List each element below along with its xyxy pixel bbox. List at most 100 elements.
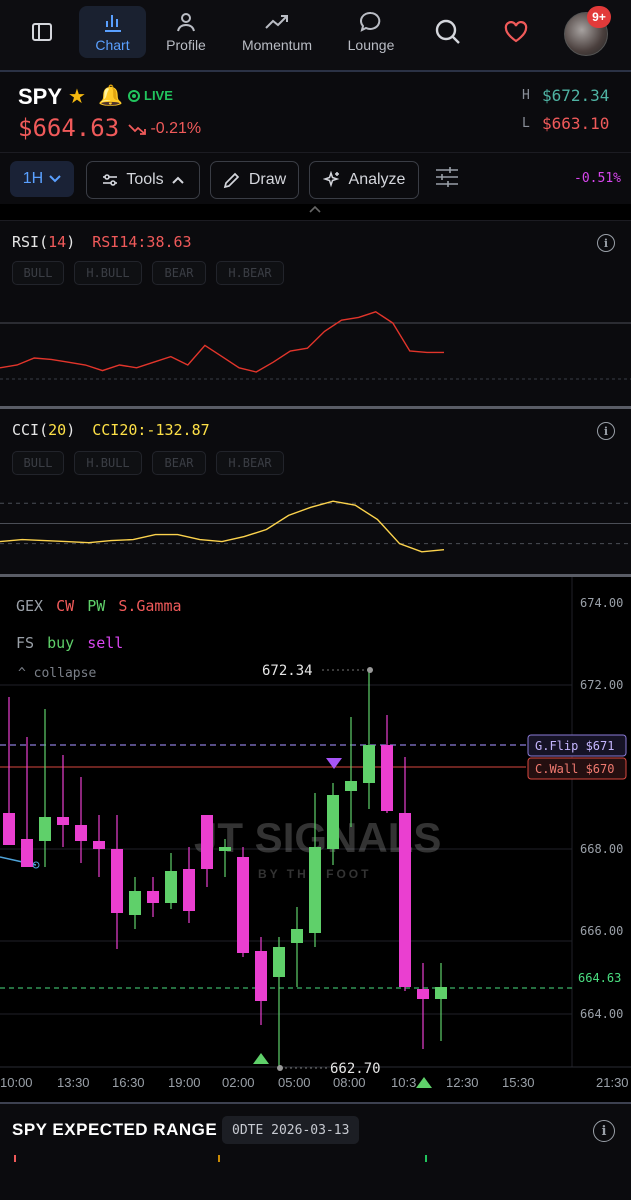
rsi-panel: RSI(14) RSI14:38.63 i BULL H.BULL BEAR H… [0,220,631,406]
buy-signal-marker [253,1053,269,1064]
bear-candle[interactable] [147,877,159,917]
bull-candle[interactable] [129,877,141,929]
star-icon[interactable]: ★ [68,84,86,109]
cci-name: CCI( [12,421,49,439]
candles [3,670,447,1067]
bear-candle[interactable] [57,755,69,847]
bear-candle[interactable] [399,757,411,991]
cci-period: 20 [48,421,67,439]
tag-hbear[interactable]: H.BEAR [216,451,284,475]
tag-bull[interactable]: BULL [12,261,64,285]
analyze-button[interactable]: Analyze [309,161,419,199]
search-icon [435,19,460,44]
settings-sliders-icon[interactable] [434,164,460,190]
info-icon[interactable]: i [597,234,615,252]
chevron-up-icon[interactable] [308,204,322,214]
x-tick-label: 21:30 [596,1075,629,1090]
sell-toggle[interactable]: sell [87,634,123,652]
bear-candle[interactable] [417,963,429,1049]
sgamma-toggle[interactable]: S.Gamma [118,597,181,615]
low-label: L [522,116,530,131]
rsi-name: RSI( [12,233,49,251]
expected-range-badge[interactable]: 0DTE 2026-03-13 [222,1116,360,1144]
bear-candle[interactable] [3,697,15,845]
price-change-value: -0.21% [150,120,202,137]
draw-button[interactable]: Draw [210,161,299,199]
search-button[interactable] [428,6,468,58]
bull-candle[interactable] [345,717,357,827]
bear-candle[interactable] [75,777,87,863]
price-change: -0.21% [128,120,201,138]
range-marker [218,1155,220,1162]
price-chart[interactable]: JT SIGNALS BY THE FOOT 672.34 662.70 674… [0,577,631,1102]
cw-toggle[interactable]: CW [56,597,74,615]
range-marker [425,1155,427,1162]
x-tick-label: 10:3 [391,1075,416,1090]
bull-candle[interactable] [291,907,303,987]
analyze-label: Analyze [348,171,406,188]
pw-toggle[interactable]: PW [87,597,105,615]
tag-bear[interactable]: BEAR [152,261,206,285]
bear-candle[interactable] [201,815,213,887]
bull-candle[interactable] [273,937,285,1067]
tools-icon [103,174,118,186]
indicator-series-line [0,311,444,373]
bear-candle[interactable] [255,937,267,1025]
rsi-tags: BULL H.BULL BEAR H.BEAR [0,261,631,287]
low-marker-point [277,1065,283,1071]
tools-button[interactable]: Tools [86,161,200,199]
nav-tab-lounge[interactable]: Lounge [340,6,402,58]
x-tick-label: 05:00 [278,1075,311,1090]
cci-plot [0,500,631,553]
chevron-down-icon [49,175,61,183]
bull-candle[interactable] [165,853,177,909]
timeframe-value: 1H [22,170,44,187]
nav-tab-label: Momentum [241,37,313,53]
tag-hbear[interactable]: H.BEAR [216,261,284,285]
bull-candle[interactable] [435,963,447,1041]
rsi-close: ) [66,233,76,251]
x-tick-label: 12:30 [446,1075,479,1090]
high-marker-point [367,667,373,673]
gamma-flip-tag[interactable]: G.Flip $671 [527,734,627,757]
tag-hbull[interactable]: H.BULL [74,261,142,285]
call-wall-label: C.Wall $670 [535,762,614,776]
tag-hbull[interactable]: H.BULL [74,451,142,475]
x-tick-label: 13:30 [57,1075,90,1090]
x-tick-label: 19:00 [168,1075,201,1090]
nav-tab-profile[interactable]: Profile [158,6,214,58]
tag-bear[interactable]: BEAR [152,451,206,475]
sidebar-toggle-button[interactable] [22,6,62,58]
info-icon[interactable]: i [593,1120,615,1142]
chevron-up-icon [171,176,184,184]
candlestick-plot[interactable]: JT SIGNALS BY THE FOOT 672.34 662.70 674… [0,577,631,1102]
nav-tab-chart[interactable]: Chart [79,6,146,58]
x-tick-label: 16:30 [112,1075,145,1090]
chat-bubble-icon [360,11,381,32]
indicator-series-line [0,500,445,553]
bear-candle[interactable] [111,815,123,949]
bear-candle[interactable] [93,815,105,877]
bear-candle[interactable] [381,715,393,813]
gamma-flip-label: G.Flip $671 [535,739,614,753]
nav-tab-label: Profile [166,37,206,53]
gex-legend: GEX CW PW S.Gamma [16,597,182,615]
tag-bull[interactable]: BULL [12,451,64,475]
bear-candle[interactable] [237,847,249,957]
buy-toggle[interactable]: buy [47,634,74,652]
timeframe-select[interactable]: 1H [10,161,74,197]
bull-candle[interactable] [39,709,51,867]
info-icon[interactable]: i [597,422,615,440]
bell-icon[interactable]: 🔔 [98,83,123,108]
heart-icon [504,21,528,43]
rsi-period: 14 [48,233,67,251]
favorites-button[interactable] [496,6,536,58]
collapse-button[interactable]: ^ collapse [18,666,96,681]
top-nav: Chart Profile Momentum Lounge 9+ [0,0,631,72]
bear-candle[interactable] [21,737,33,867]
call-wall-tag[interactable]: C.Wall $670 [527,757,627,780]
gex-label: GEX [16,597,44,615]
nav-tab-momentum[interactable]: Momentum [232,6,322,58]
y-tick-label: 674.00 [580,596,623,610]
bull-candle[interactable] [363,670,375,809]
